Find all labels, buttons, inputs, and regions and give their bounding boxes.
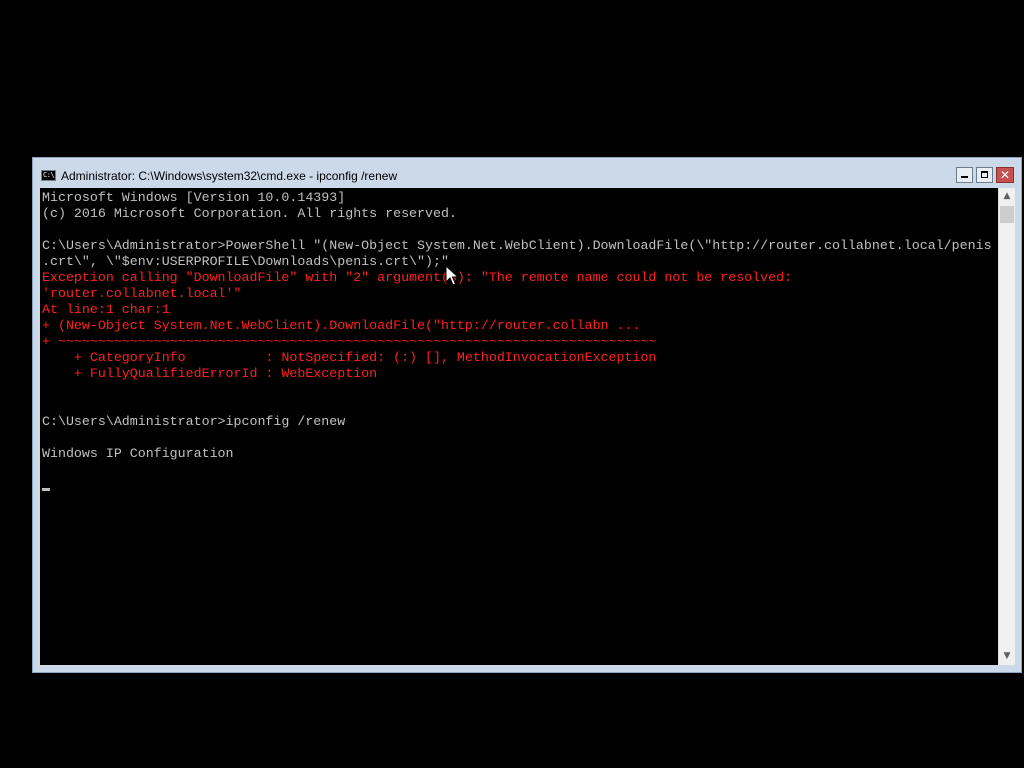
window-title: Administrator: C:\Windows\system32\cmd.e… — [61, 169, 398, 183]
console-line: C:\Users\Administrator>PowerShell "(New-… — [42, 238, 992, 253]
maximize-icon — [981, 171, 988, 178]
console-line: .crt\", \"$env:USERPROFILE\Downloads\pen… — [42, 254, 449, 269]
console-line: + CategoryInfo : NotSpecified: (:) [], M… — [42, 350, 657, 365]
console-line: + FullyQualifiedErrorId : WebException — [42, 366, 378, 381]
vertical-scrollbar[interactable]: ▲ ▼ — [998, 188, 1015, 665]
console-lines: Microsoft Windows [Version 10.0.14393] (c… — [42, 190, 998, 462]
console-line: + ~~~~~~~~~~~~~~~~~~~~~~~~~~~~~~~~~~~~~~… — [42, 334, 657, 349]
console-line: At line:1 char:1 — [42, 302, 170, 317]
minimize-button[interactable] — [956, 167, 973, 183]
console-line: Exception calling "DownloadFile" with "2… — [42, 270, 793, 285]
cmd-icon[interactable]: C:\ — [41, 170, 56, 181]
close-button[interactable]: ✕ — [996, 167, 1014, 183]
cmd-window[interactable]: C:\ Administrator: C:\Windows\system32\c… — [32, 157, 1022, 673]
console-output[interactable]: Microsoft Windows [Version 10.0.14393] (c… — [40, 188, 998, 665]
console-line: + (New-Object System.Net.WebClient).Down… — [42, 318, 641, 333]
mouse-pointer-icon — [445, 265, 459, 286]
console-line: Microsoft Windows [Version 10.0.14393] — [42, 190, 346, 205]
scroll-thumb[interactable] — [1000, 206, 1014, 223]
cmd-icon-glyph: C:\ — [43, 171, 55, 179]
maximize-button[interactable] — [976, 167, 993, 183]
close-icon: ✕ — [999, 168, 1011, 182]
console-line: Windows IP Configuration — [42, 446, 234, 461]
console-line: C:\Users\Administrator>ipconfig /renew — [42, 414, 346, 429]
minimize-icon — [961, 176, 968, 178]
console-line: 'router.collabnet.local'" — [42, 286, 242, 301]
scroll-up-arrow-icon[interactable]: ▲ — [999, 188, 1015, 205]
console-line: (c) 2016 Microsoft Corporation. All righ… — [42, 206, 457, 221]
title-bar[interactable]: C:\ Administrator: C:\Windows\system32\c… — [33, 158, 1021, 188]
desktop: C:\ Administrator: C:\Windows\system32\c… — [0, 0, 1024, 768]
scroll-down-arrow-icon[interactable]: ▼ — [999, 648, 1015, 665]
text-cursor — [42, 488, 50, 491]
